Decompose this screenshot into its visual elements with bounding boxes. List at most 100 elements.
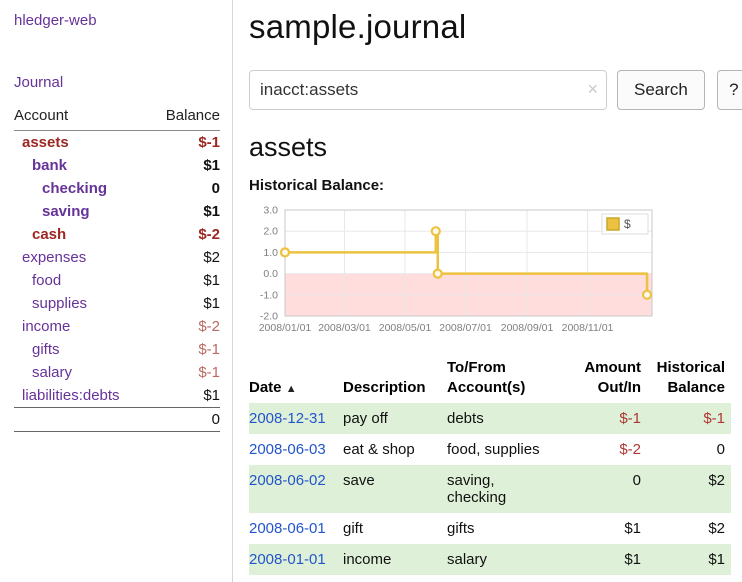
accounts-total-spacer — [14, 408, 150, 432]
account-name-cell: saving — [14, 200, 150, 223]
account-link[interactable]: supplies — [32, 295, 87, 312]
svg-text:2008/09/01: 2008/09/01 — [501, 322, 554, 334]
svg-text:1.0: 1.0 — [263, 247, 278, 259]
sidebar-item-journal[interactable]: Journal — [14, 74, 220, 91]
app: hledger-web Journal Account Balance asse… — [0, 0, 742, 582]
transaction-date-link[interactable]: 2008-06-02 — [249, 472, 326, 489]
account-link[interactable]: gifts — [32, 341, 60, 358]
svg-text:0.0: 0.0 — [263, 268, 278, 280]
accounts-total-balance: 0 — [150, 408, 220, 432]
transaction-date-link[interactable]: 2008-01-01 — [249, 551, 326, 568]
register-header-accounts: To/From Account(s) — [447, 358, 565, 403]
help-button[interactable]: ? — [717, 70, 742, 110]
transaction-date-link[interactable]: 2008-12-31 — [249, 410, 326, 427]
register-date-cell: 2008-06-02 — [249, 465, 343, 513]
register-header-date[interactable]: Date ▲ — [249, 358, 343, 403]
register-balance-cell: $2 — [647, 513, 731, 544]
search-input[interactable] — [249, 70, 607, 110]
register-header-row: Date ▲ Description To/From Account(s) Am… — [249, 358, 731, 403]
account-name-cell: checking — [14, 177, 150, 200]
account-link[interactable]: cash — [32, 226, 66, 243]
register-description-cell: pay off — [343, 403, 447, 434]
register-date-cell: 2008-01-01 — [249, 544, 343, 575]
clear-search-icon[interactable]: × — [587, 79, 598, 99]
account-balance: $-1 — [150, 338, 220, 361]
account-link[interactable]: assets — [22, 134, 69, 151]
register-amount-cell: 0 — [565, 465, 647, 513]
account-name-cell: salary — [14, 361, 150, 384]
account-balance: $1 — [150, 384, 220, 408]
chart-legend: $ — [602, 214, 648, 234]
account-balance: $-1 — [150, 361, 220, 384]
register-accounts-cell: food, supplies — [447, 434, 565, 465]
svg-text:$: $ — [624, 217, 631, 231]
register-balance-cell: $2 — [647, 465, 731, 513]
svg-text:2008/05/01: 2008/05/01 — [379, 322, 432, 334]
account-link[interactable]: food — [32, 272, 61, 289]
account-row: assets$-1 — [14, 131, 220, 155]
account-balance: $1 — [150, 292, 220, 315]
account-row: saving$1 — [14, 200, 220, 223]
account-row: salary $-1 — [14, 361, 220, 384]
svg-text:2.0: 2.0 — [263, 226, 278, 238]
register-date-cell: 2008-12-31 — [249, 403, 343, 434]
transaction-date-link[interactable]: 2008-06-03 — [249, 441, 326, 458]
register-date-cell: 2008-06-01 — [249, 513, 343, 544]
app-brand-link[interactable]: hledger-web — [14, 12, 97, 29]
register-header-amount: Amount Out/In — [565, 358, 647, 403]
account-row: supplies $1 — [14, 292, 220, 315]
register-date-cell: 2008-06-03 — [249, 434, 343, 465]
account-name-cell: gifts — [14, 338, 150, 361]
account-balance: $1 — [150, 269, 220, 292]
search-bar: × Search ? — [249, 70, 742, 110]
account-name-cell: cash — [14, 223, 150, 246]
account-row: cash$-2 — [14, 223, 220, 246]
transaction-date-link[interactable]: 2008-06-01 — [249, 520, 326, 537]
account-link[interactable]: expenses — [22, 249, 86, 266]
account-row: checking 0 — [14, 177, 220, 200]
account-row: bank$1 — [14, 154, 220, 177]
accounts-header-row: Account Balance — [14, 105, 220, 131]
account-link[interactable]: liabilities:debts — [22, 387, 120, 404]
svg-text:-1.0: -1.0 — [260, 289, 278, 301]
account-balance: 0 — [150, 177, 220, 200]
svg-text:-2.0: -2.0 — [260, 311, 278, 323]
register-row: 2008-12-31pay offdebts$-1$-1 — [249, 403, 731, 434]
search-field-wrap: × — [249, 70, 607, 110]
register-row: 2008-06-01giftgifts$1$2 — [249, 513, 731, 544]
register-row: 2008-06-03eat & shopfood, supplies$-20 — [249, 434, 731, 465]
account-name-cell: expenses — [14, 246, 150, 269]
legend-swatch-icon — [607, 218, 619, 230]
accounts-table: Account Balance assets$-1bank$1checking0… — [14, 105, 220, 432]
account-name-cell: bank — [14, 154, 150, 177]
accounts-header-account: Account — [14, 105, 150, 131]
account-link[interactable]: salary — [32, 364, 72, 381]
account-balance: $-2 — [150, 315, 220, 338]
account-row: expenses$2 — [14, 246, 220, 269]
account-row: liabilities:debts $1 — [14, 384, 220, 408]
register-accounts-cell: debts — [447, 403, 565, 434]
account-title: assets — [249, 132, 742, 163]
register-accounts-cell: gifts — [447, 513, 565, 544]
register-amount-cell: $1 — [565, 544, 647, 575]
svg-text:2008/01/01: 2008/01/01 — [259, 322, 312, 334]
account-name-cell: supplies — [14, 292, 150, 315]
register-table: Date ▲ Description To/From Account(s) Am… — [249, 358, 731, 575]
balance-chart: 3.0 2.0 1.0 0.0 -1.0 -2.02008/01/01 2008/03/01… — [249, 202, 659, 344]
register-description-cell: income — [343, 544, 447, 575]
svg-text:2008/03/01: 2008/03/01 — [318, 322, 371, 334]
search-button[interactable]: Search — [617, 70, 705, 110]
register-accounts-cell: saving, checking — [447, 465, 565, 513]
accounts-total-row: 0 — [14, 408, 220, 432]
account-link[interactable]: checking — [42, 180, 107, 197]
svg-text:3.0: 3.0 — [263, 205, 278, 217]
register-description-cell: eat & shop — [343, 434, 447, 465]
register-header-description: Description — [343, 358, 447, 403]
accounts-header-balance: Balance — [150, 105, 220, 131]
account-link[interactable]: bank — [32, 157, 67, 174]
account-link[interactable]: saving — [42, 203, 90, 220]
sort-asc-icon: ▲ — [286, 383, 297, 395]
account-link[interactable]: income — [22, 318, 70, 335]
sidebar: hledger-web Journal Account Balance asse… — [0, 0, 233, 582]
account-row: food $1 — [14, 269, 220, 292]
